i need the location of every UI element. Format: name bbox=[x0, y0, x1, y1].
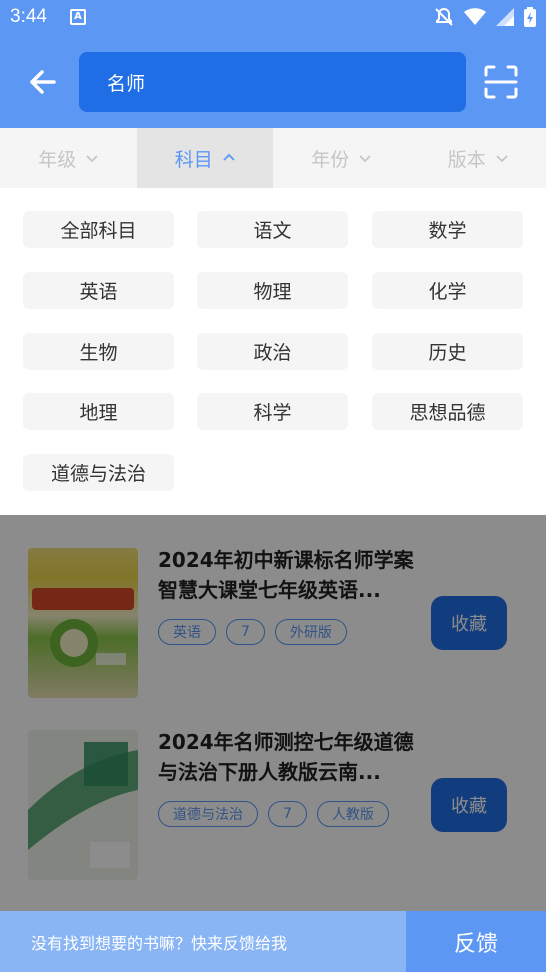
feedback-bar: 没有找到想要的书嘛？快来反馈给我 反馈 bbox=[0, 911, 546, 972]
subject-chip-ideology[interactable]: 思想品德 bbox=[372, 393, 523, 430]
feedback-prompt: 没有找到想要的书嘛？快来反馈给我 bbox=[0, 911, 406, 972]
accessibility-badge-icon: A bbox=[70, 9, 86, 25]
subject-chip-english[interactable]: 英语 bbox=[23, 272, 174, 309]
filter-tab-subject[interactable]: 科目 bbox=[136, 128, 273, 188]
signal-icon bbox=[496, 8, 514, 26]
notifications-off-icon bbox=[435, 7, 453, 26]
search-box[interactable] bbox=[79, 52, 466, 112]
subject-chip-chinese[interactable]: 语文 bbox=[197, 211, 348, 248]
chevron-down-icon bbox=[359, 155, 371, 163]
battery-icon bbox=[524, 7, 536, 27]
scan-button[interactable] bbox=[483, 64, 519, 100]
subject-chip-history[interactable]: 历史 bbox=[372, 333, 523, 370]
filter-bar: 年级 科目 年份 版本 bbox=[0, 128, 546, 188]
app-header: 3:44 A bbox=[0, 0, 546, 128]
back-button[interactable] bbox=[24, 64, 60, 100]
subject-chip-science[interactable]: 科学 bbox=[197, 393, 348, 430]
subject-chip-all[interactable]: 全部科目 bbox=[23, 211, 174, 248]
subject-chip-morality-law[interactable]: 道德与法治 bbox=[23, 454, 174, 491]
status-time: 3:44 bbox=[10, 6, 47, 27]
subject-chip-geography[interactable]: 地理 bbox=[23, 393, 174, 430]
chevron-down-icon bbox=[86, 155, 98, 163]
chevron-up-icon bbox=[223, 153, 235, 161]
wifi-icon bbox=[464, 8, 486, 25]
dim-overlay[interactable] bbox=[0, 515, 546, 911]
filter-tab-edition[interactable]: 版本 bbox=[410, 128, 546, 188]
search-input[interactable] bbox=[79, 52, 466, 112]
subject-chip-biology[interactable]: 生物 bbox=[23, 333, 174, 370]
scan-icon bbox=[484, 65, 518, 99]
filter-tab-grade[interactable]: 年级 bbox=[0, 128, 137, 188]
status-icons bbox=[434, 7, 536, 27]
filter-tab-year[interactable]: 年份 bbox=[273, 128, 410, 188]
feedback-button[interactable]: 反馈 bbox=[406, 911, 546, 972]
status-bar: 3:44 A bbox=[0, 0, 546, 36]
subject-chip-politics[interactable]: 政治 bbox=[197, 333, 348, 370]
arrow-left-icon bbox=[30, 70, 56, 94]
filter-tab-label: 年级 bbox=[38, 148, 77, 171]
filter-tab-label: 科目 bbox=[174, 148, 213, 171]
subject-dropdown: 全部科目 语文 数学 英语 物理 化学 生物 政治 历史 地理 科学 思想品德 … bbox=[0, 188, 546, 515]
filter-tab-label: 版本 bbox=[447, 148, 486, 171]
subject-chip-math[interactable]: 数学 bbox=[372, 211, 523, 248]
subject-chip-chemistry[interactable]: 化学 bbox=[372, 272, 523, 309]
filter-tab-label: 年份 bbox=[311, 148, 350, 171]
subject-chip-physics[interactable]: 物理 bbox=[197, 272, 348, 309]
chevron-down-icon bbox=[496, 155, 508, 163]
